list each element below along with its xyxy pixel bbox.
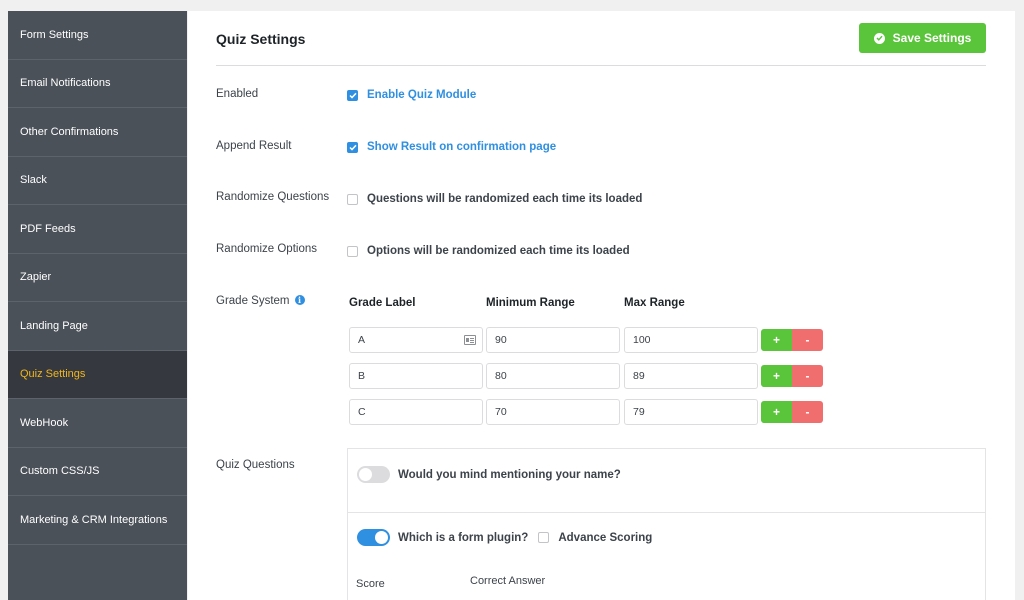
randomize-questions-label: Randomize Questions: [216, 191, 330, 203]
minimum-range-input[interactable]: 70: [486, 399, 620, 425]
settings-panel: Quiz Settings Save Settings Enabled Enab…: [188, 11, 1015, 600]
correct-answer-label: Correct Answer: [470, 575, 546, 587]
panel-header: Quiz Settings Save Settings: [216, 11, 986, 66]
quiz-questions-label: Quiz Questions: [216, 459, 295, 471]
grade-label-input[interactable]: C: [349, 399, 483, 425]
quiz-question-item: Which is a form plugin? Advance Scoring: [348, 529, 985, 546]
show-result-option[interactable]: Show Result on confirmation page: [347, 141, 556, 153]
max-range-input[interactable]: 89: [624, 363, 758, 389]
add-grade-button[interactable]: +: [761, 329, 792, 351]
grade-label-input[interactable]: A: [349, 327, 483, 353]
question-toggle[interactable]: [357, 466, 390, 483]
sidebar-item-landing-page[interactable]: Landing Page: [8, 302, 187, 351]
show-result-option-label: Show Result on confirmation page: [367, 141, 557, 153]
show-result-checkbox[interactable]: [347, 141, 358, 153]
sidebar-item-marketing-crm[interactable]: Marketing & CRM Integrations: [8, 496, 187, 545]
score-label: Score: [356, 578, 385, 590]
info-icon[interactable]: i: [294, 295, 305, 305]
toggle-knob: [359, 468, 372, 481]
sidebar-item-webhook[interactable]: WebHook: [8, 399, 187, 448]
advance-scoring-label: Advance Scoring: [558, 531, 653, 544]
sidebar-item-email-notifications[interactable]: Email Notifications: [8, 60, 187, 108]
grade-label-value: C: [358, 406, 366, 418]
sidebar-item-zapier[interactable]: Zapier: [8, 254, 187, 302]
contact-card-icon[interactable]: [464, 335, 476, 345]
add-grade-button[interactable]: +: [761, 401, 792, 423]
sidebar-item-pdf-feeds[interactable]: PDF Feeds: [8, 205, 187, 254]
randomize-questions-option-label: Questions will be randomized each time i…: [367, 193, 643, 205]
save-settings-button[interactable]: Save Settings: [859, 23, 986, 53]
settings-sidebar: Form Settings Email Notifications Other …: [8, 11, 187, 600]
remove-grade-button[interactable]: -: [792, 329, 823, 351]
grade-label-input[interactable]: B: [349, 363, 483, 389]
minimum-range-value: 70: [495, 406, 507, 418]
grade-label-column-header: Grade Label: [349, 297, 416, 309]
max-range-input[interactable]: 79: [624, 399, 758, 425]
question-text: Which is a form plugin?: [398, 531, 529, 544]
minimum-range-column-header: Minimum Range: [486, 297, 575, 309]
grade-system-label-wrap: Grade System i: [216, 295, 305, 307]
remove-grade-button[interactable]: -: [792, 401, 823, 423]
randomize-questions-checkbox[interactable]: [347, 193, 358, 205]
question-divider: [348, 512, 985, 513]
grade-label-value: B: [358, 370, 366, 382]
minimum-range-input[interactable]: 80: [486, 363, 620, 389]
question-text: Would you mind mentioning your name?: [398, 468, 621, 481]
minimum-range-input[interactable]: 90: [486, 327, 620, 353]
add-grade-button[interactable]: +: [761, 365, 792, 387]
check-circle-icon: [873, 32, 885, 44]
sidebar-item-other-confirmations[interactable]: Other Confirmations: [8, 108, 187, 157]
enable-quiz-option[interactable]: Enable Quiz Module: [347, 89, 476, 101]
sidebar-item-form-settings[interactable]: Form Settings: [8, 11, 187, 60]
sidebar-item-quiz-settings[interactable]: Quiz Settings: [8, 350, 187, 399]
append-result-label: Append Result: [216, 140, 292, 152]
enabled-label: Enabled: [216, 88, 259, 100]
grade-system-label: Grade System: [216, 295, 290, 307]
max-range-value: 89: [633, 370, 645, 382]
max-range-column-header: Max Range: [624, 297, 685, 309]
save-settings-label: Save Settings: [892, 31, 972, 45]
grade-label-value: A: [358, 334, 366, 346]
enable-quiz-option-label: Enable Quiz Module: [367, 89, 477, 101]
page-title: Quiz Settings: [216, 31, 306, 47]
enable-quiz-checkbox[interactable]: [347, 89, 358, 101]
randomize-options-option[interactable]: Options will be randomized each time its…: [347, 245, 630, 257]
remove-grade-button[interactable]: -: [792, 365, 823, 387]
advance-scoring-checkbox[interactable]: [538, 532, 550, 543]
sidebar-item-slack[interactable]: Slack: [8, 157, 187, 205]
sidebar-item-custom-css-js[interactable]: Custom CSS/JS: [8, 448, 187, 496]
randomize-options-checkbox[interactable]: [347, 245, 358, 257]
quiz-question-item: Would you mind mentioning your name?: [348, 466, 985, 483]
minimum-range-value: 80: [495, 370, 507, 382]
max-range-value: 79: [633, 406, 645, 418]
randomize-questions-option[interactable]: Questions will be randomized each time i…: [347, 193, 642, 205]
randomize-options-label: Randomize Options: [216, 243, 317, 255]
toggle-knob: [375, 531, 388, 544]
max-range-value: 100: [633, 334, 651, 346]
quiz-questions-box: Would you mind mentioning your name? Whi…: [347, 448, 986, 600]
minimum-range-value: 90: [495, 334, 507, 346]
max-range-input[interactable]: 100: [624, 327, 758, 353]
question-toggle[interactable]: [357, 529, 390, 546]
randomize-options-option-label: Options will be randomized each time its…: [367, 245, 630, 257]
